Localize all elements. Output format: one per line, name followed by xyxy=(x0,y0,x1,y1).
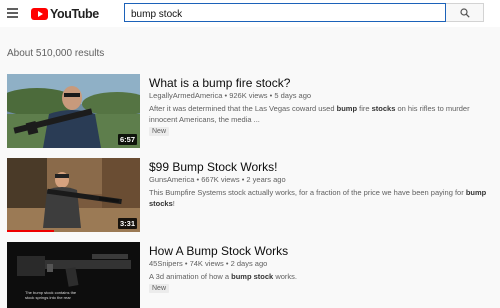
channel-name[interactable]: GunsAmerica xyxy=(149,175,194,184)
upload-age: 2 days ago xyxy=(230,259,268,268)
video-description: After it was determined that the Las Veg… xyxy=(149,103,489,125)
logo-text: YouTube xyxy=(50,6,99,21)
watch-progress-bar xyxy=(7,230,54,232)
desc-highlight: bump xyxy=(465,188,487,197)
new-badge: New xyxy=(149,127,170,136)
result-item[interactable]: 3:31 $99 Bump Stock Works! GunsAmerica •… xyxy=(7,158,497,236)
video-meta: LegallyArmedAmerica • 926K views • 5 day… xyxy=(149,91,311,100)
desc-highlight: stocks xyxy=(149,199,173,208)
view-count: 667K views xyxy=(201,175,240,184)
youtube-logo[interactable]: YouTube xyxy=(31,6,99,21)
hamburger-menu-icon[interactable] xyxy=(7,8,18,18)
view-count: 74K views xyxy=(189,259,224,268)
search-box[interactable] xyxy=(124,3,446,23)
video-description: A 3d animation of how a bump stock works… xyxy=(149,271,489,282)
desc-text: A 3d animation of how a xyxy=(149,272,232,281)
search-icon xyxy=(460,8,470,18)
desc-highlight: stocks xyxy=(371,104,396,113)
channel-name[interactable]: LegallyArmedAmerica xyxy=(149,91,222,100)
desc-text: fire xyxy=(357,104,372,113)
upload-age: 5 days ago xyxy=(274,91,312,100)
desc-text: works. xyxy=(273,272,297,281)
results-count: About 510,000 results xyxy=(7,48,105,59)
video-thumbnail[interactable]: 3:31 xyxy=(7,158,140,232)
video-meta: 45Snipers • 74K views • 2 days ago xyxy=(149,259,267,268)
desc-highlight: bump xyxy=(336,104,358,113)
thumbnail-caption: The bump stock contains the stock spring… xyxy=(25,290,77,300)
desc-text: After it was determined that the Las Veg… xyxy=(149,104,337,113)
youtube-play-icon xyxy=(31,7,48,20)
video-thumbnail[interactable]: The bump stock contains the stock spring… xyxy=(7,242,140,308)
search-button[interactable] xyxy=(446,3,484,22)
video-duration: 3:31 xyxy=(117,218,137,229)
result-item[interactable]: The bump stock contains the stock spring… xyxy=(7,242,497,308)
video-description: This Bumpfire Systems stock actually wor… xyxy=(149,187,489,209)
result-item[interactable]: 6:57 What is a bump fire stock? LegallyA… xyxy=(7,74,497,152)
channel-name[interactable]: 45Snipers xyxy=(149,259,183,268)
video-title[interactable]: What is a bump fire stock? xyxy=(149,76,290,90)
video-meta: GunsAmerica • 667K views • 2 years ago xyxy=(149,175,286,184)
search-input[interactable] xyxy=(125,6,445,23)
top-bar: YouTube xyxy=(0,0,500,27)
desc-text: This Bumpfire Systems stock actually wor… xyxy=(149,188,466,197)
desc-text: ! xyxy=(172,199,175,208)
video-title[interactable]: $99 Bump Stock Works! xyxy=(149,160,278,174)
new-badge: New xyxy=(149,284,170,293)
desc-highlight: bump stock xyxy=(231,272,274,281)
video-duration: 6:57 xyxy=(117,134,137,145)
upload-age: 2 years ago xyxy=(246,175,286,184)
view-count: 926K views xyxy=(229,91,268,100)
video-thumbnail[interactable]: 6:57 xyxy=(7,74,140,148)
video-title[interactable]: How A Bump Stock Works xyxy=(149,244,288,258)
